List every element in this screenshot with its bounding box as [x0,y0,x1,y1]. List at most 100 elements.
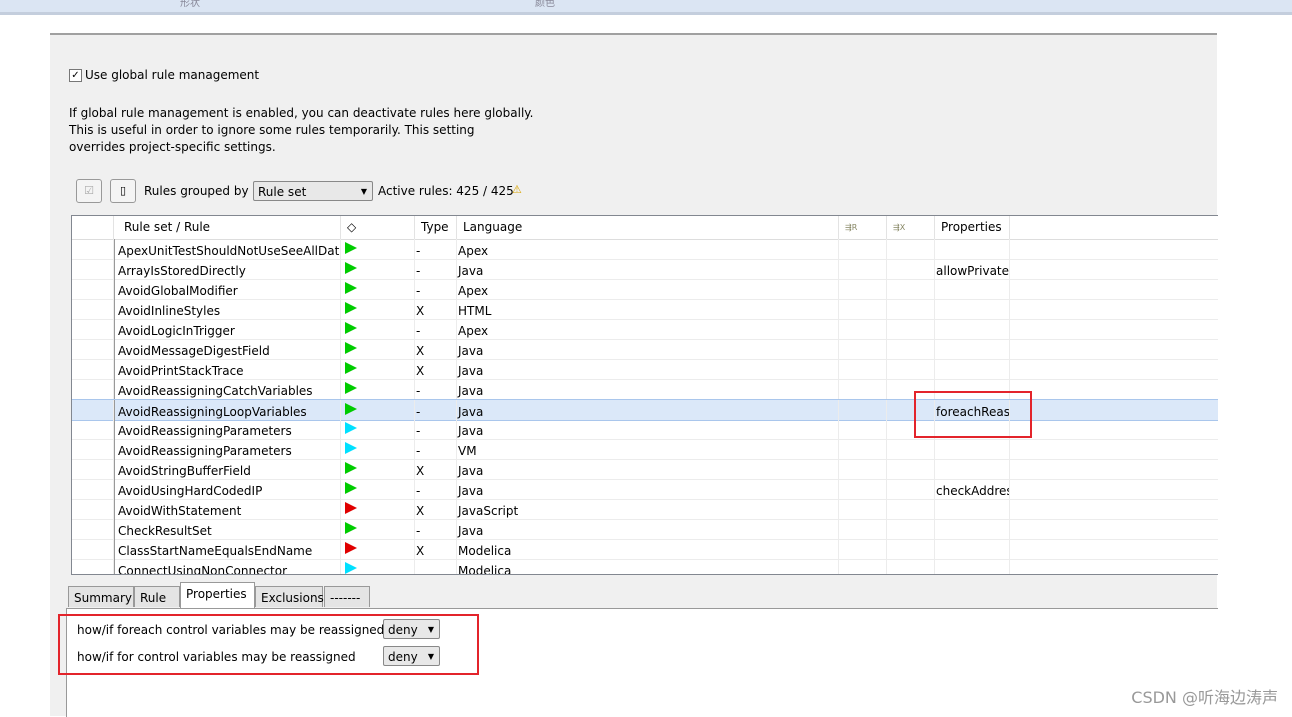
top-label: 形状 [180,0,200,9]
rule-type: X [415,299,457,319]
rule-type: X [415,339,457,359]
table-header: Rule set / Rule ◇ Type Language ⇶R ⇶X Pr… [72,216,1218,240]
rule-name: ConnectUsingNonConnector [114,559,341,574]
table-row[interactable]: AvoidReassigningParameters - Java [72,419,1218,440]
rule-language: Java [457,400,839,420]
rule-language: HTML [457,299,839,319]
table-row[interactable]: AvoidPrintStackTrace X Java [72,359,1218,380]
rule-name: AvoidUsingHardCodedIP [114,479,341,499]
priority-cell [341,319,415,339]
highlight-box [914,391,1032,438]
table-row[interactable]: AvoidLogicInTrigger - Apex [72,319,1218,340]
row-gutter [72,519,114,539]
rule-exclusions [887,279,935,299]
priority-triangle-icon [345,482,357,494]
header-type[interactable]: Type [415,216,457,239]
rule-exclusions [887,499,935,519]
rule-exclusions [887,519,935,539]
row-gutter [72,459,114,479]
rule-name: AvoidReassigningCatchVariables [114,379,341,399]
rule-language: Apex [457,279,839,299]
rule-exclusions [887,359,935,379]
rule-exclusions [887,539,935,559]
priority-cell [341,359,415,379]
rule-refs [839,339,887,359]
row-gutter [72,439,114,459]
rule-refs [839,499,887,519]
header-x: X [899,223,906,232]
table-row[interactable]: ClassStartNameEqualsEndName X Modelica [72,539,1218,560]
table-row[interactable]: AvoidReassigningParameters - VM [72,439,1218,460]
check-all-button[interactable]: ☑ [76,179,102,203]
row-gutter [72,239,114,259]
header-language[interactable]: Language [457,216,839,239]
tab-summary[interactable]: Summary [68,586,134,607]
table-row[interactable]: AvoidStringBufferField X Java [72,459,1218,480]
row-gutter [72,419,114,439]
watermark: CSDN @听海边涛声 [1131,688,1278,707]
priority-triangle-icon [345,422,357,434]
tab-more[interactable]: ------- [324,586,370,607]
priority-cell [341,559,415,574]
rule-name: ArrayIsStoredDirectly [114,259,341,279]
priority-triangle-icon [345,382,357,394]
row-gutter [72,359,114,379]
row-gutter [72,539,114,559]
priority-cell [341,439,415,459]
rule-type: X [415,499,457,519]
table-row[interactable]: AvoidReassigningCatchVariables - Java [72,379,1218,400]
grouped-by-select[interactable]: Rule set ▼ [253,181,373,201]
top-label: 颜色 [535,0,555,9]
top-toolbar: 形状 颜色 [0,0,1292,15]
rule-name: AvoidWithStatement [114,499,341,519]
tab-exclusions[interactable]: Exclusions [255,586,324,607]
header-rule-refs-icon[interactable]: ⇶R [839,216,887,239]
header-priority[interactable]: ◇ [341,216,415,239]
table-row[interactable]: AvoidInlineStyles X HTML [72,299,1218,320]
row-gutter [72,259,114,279]
table-row[interactable]: CheckResultSet - Java [72,519,1218,540]
table-row[interactable]: ConnectUsingNonConnector Modelica [72,559,1218,574]
rule-type: - [415,519,457,539]
table-row[interactable]: AvoidGlobalModifier - Apex [72,279,1218,300]
tab-rule[interactable]: Rule [134,586,180,607]
row-gutter [72,379,114,399]
priority-triangle-icon [345,502,357,514]
rule-name: AvoidMessageDigestField [114,339,341,359]
table-row[interactable]: AvoidReassigningLoopVariables - Java for… [72,399,1218,421]
rule-refs [839,319,887,339]
table-row[interactable]: ApexUnitTestShouldNotUseSeeAllData - Ape… [72,239,1218,260]
rule-properties [935,359,1010,379]
rule-type: - [415,419,457,439]
row-gutter [72,339,114,359]
table-row[interactable]: AvoidMessageDigestField X Java [72,339,1218,360]
table-row[interactable]: ArrayIsStoredDirectly - Java allowPrivat… [72,259,1218,280]
table-row[interactable]: AvoidUsingHardCodedIP - Java checkAddres [72,479,1218,500]
group-toggle-button[interactable]: ▯ [110,179,136,203]
priority-triangle-icon [345,282,357,294]
priority-cell [341,400,415,420]
header-rule[interactable]: Rule set / Rule [114,216,341,239]
rule-language: Modelica [457,559,839,574]
rule-language: Java [457,479,839,499]
priority-triangle-icon [345,442,357,454]
rule-language: Java [457,459,839,479]
rule-exclusions [887,239,935,259]
highlight-box [58,614,479,675]
header-properties[interactable]: Properties [935,216,1010,239]
priority-cell [341,499,415,519]
rule-refs [839,519,887,539]
rule-name: AvoidReassigningLoopVariables [114,400,341,420]
rules-table: Rule set / Rule ◇ Type Language ⇶R ⇶X Pr… [71,215,1218,575]
tab-properties[interactable]: Properties [180,582,255,608]
table-row[interactable]: AvoidWithStatement X JavaScript [72,499,1218,520]
global-rule-checkbox[interactable]: ✓ [69,69,82,82]
priority-triangle-icon [345,403,357,415]
priority-cell [341,419,415,439]
rule-language: Java [457,379,839,399]
rule-refs [839,279,887,299]
header-exclusions-icon[interactable]: ⇶X [887,216,935,239]
priority-cell [341,339,415,359]
rule-refs [839,379,887,399]
rule-properties [935,519,1010,539]
